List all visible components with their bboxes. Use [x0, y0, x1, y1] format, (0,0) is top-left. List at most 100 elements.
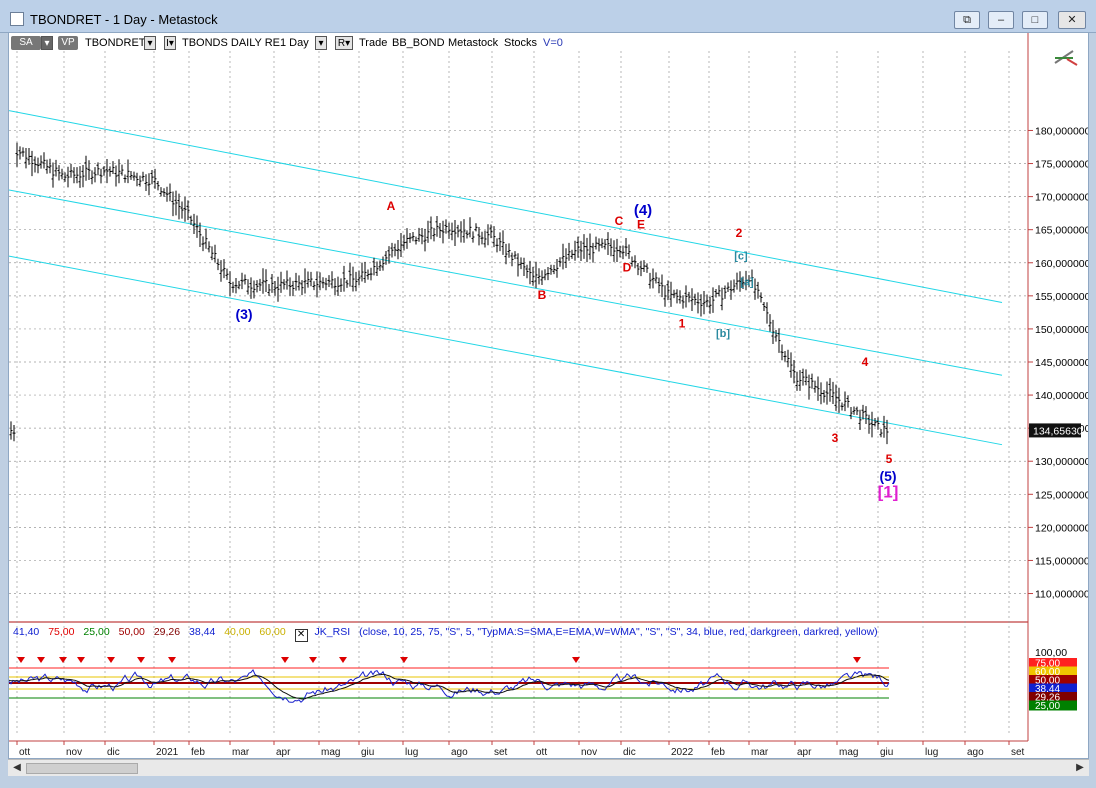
y-tick-label: 155,000000: [1035, 291, 1088, 303]
metastock-label: Metastock: [448, 37, 499, 49]
maximize-button[interactable]: □: [1022, 11, 1048, 29]
close-button[interactable]: ✕: [1058, 11, 1086, 29]
rsi-axis-tag-text: 25,00: [1035, 701, 1060, 712]
wave-label: (3): [235, 306, 252, 322]
rsi-legend: 41,40 75,00 25,00 50,00 29,26 38,44 40,0…: [13, 626, 884, 642]
volume-label: V=0: [543, 37, 563, 49]
wave-label: 2: [736, 226, 743, 240]
bb-label: BB_BOND: [392, 37, 445, 49]
x-tick-label: feb: [711, 747, 725, 758]
x-tick-label: ago: [967, 747, 984, 758]
x-tick-label: feb: [191, 747, 205, 758]
x-tick-label: giu: [880, 747, 893, 758]
x-tick-label: dic: [623, 747, 636, 758]
x-tick-label: mar: [751, 747, 769, 758]
indicator-name[interactable]: JK_RSI: [315, 626, 351, 638]
wave-label: B: [538, 288, 547, 302]
y-tick-label: 150,000000: [1035, 324, 1088, 336]
y-tick-label: 160,000000: [1035, 258, 1088, 270]
wave-label: 3: [832, 431, 839, 445]
scroll-thumb[interactable]: [26, 763, 138, 774]
x-tick-label: giu: [361, 747, 374, 758]
rsi-value: 41,40: [13, 626, 40, 638]
wave-label: 5: [886, 452, 893, 466]
last-price-text: 134,65630: [1033, 425, 1083, 437]
y-tick-label: 115,000000: [1035, 555, 1088, 567]
x-tick-label: apr: [276, 747, 291, 758]
application-window: TBONDRET - 1 Day - Metastock ⧉ – □ ✕ ott…: [0, 0, 1096, 788]
price-chart-svg[interactable]: ott nov dic 2021 feb mar apr mag giu lug ago set ott…: [9, 33, 1088, 758]
rsi-40: 40,00: [224, 626, 251, 638]
security-name: TBONDS DAILY RE: [182, 37, 281, 49]
wave-label: (4): [634, 202, 652, 219]
rsi-axis-top: 100,00: [1035, 647, 1067, 659]
rsi-upper: 75,00: [48, 626, 75, 638]
title-bar[interactable]: TBONDRET - 1 Day - Metastock ⧉ – □ ✕: [0, 0, 1096, 33]
wave-label: D: [623, 260, 632, 274]
y-tick-label: 130,000000: [1035, 456, 1088, 468]
y-tick-label: 120,000000: [1035, 522, 1088, 534]
horizontal-scrollbar[interactable]: ◀ ▶: [8, 759, 1089, 776]
wave-label: [b]: [716, 328, 730, 340]
x-tick-label: lug: [925, 747, 938, 758]
rsi-low-val: 29,26: [153, 626, 181, 638]
vp-button[interactable]: VP: [58, 36, 78, 50]
x-tick-label: ott: [19, 747, 30, 758]
y-tick-label: 165,000000: [1035, 225, 1088, 237]
chart-window-icon: [10, 12, 24, 26]
chart-toolbar: SA ▾ VP TBONDRET ▾ I▾ TBONDS DAILY RE 1 …: [11, 36, 1031, 54]
x-tick-label: ott: [536, 747, 547, 758]
wave-label: [1]: [878, 483, 899, 502]
y-tick-label: 125,000000: [1035, 489, 1088, 501]
rsi-mid: 50,00: [118, 626, 145, 638]
wave-label: [a]: [740, 276, 754, 288]
x-tick-label: ago: [451, 747, 468, 758]
sa-button[interactable]: SA: [11, 36, 41, 50]
x-tick-label: set: [1011, 747, 1025, 758]
x-tick-label: dic: [107, 747, 120, 758]
trade-label[interactable]: Trade: [359, 37, 387, 49]
symbol-label[interactable]: TBONDRET: [85, 37, 146, 49]
stocks-label: Stocks: [504, 37, 538, 49]
chart-area[interactable]: ott nov dic 2021 feb mar apr mag giu lug ago set ott…: [8, 32, 1089, 759]
rsi-lower: 25,00: [83, 626, 110, 638]
info-icon[interactable]: I▾: [164, 36, 176, 50]
x-tick-label: nov: [66, 747, 82, 758]
x-tick-label: mag: [839, 747, 858, 758]
wave-label: A: [387, 199, 396, 213]
rsi-ma-val: 38,44: [189, 626, 216, 638]
scroll-right-icon[interactable]: ▶: [1073, 761, 1087, 775]
y-tick-label: 170,000000: [1035, 192, 1088, 204]
close-indicator-icon[interactable]: ✕: [294, 629, 308, 642]
y-tick-label: 175,000000: [1035, 159, 1088, 171]
scroll-left-icon[interactable]: ◀: [10, 761, 24, 775]
wave-label: E: [637, 217, 645, 231]
r-button[interactable]: R▾: [335, 36, 353, 50]
x-tick-label: set: [494, 747, 508, 758]
period-label[interactable]: 1 Day: [280, 37, 309, 49]
wave-label: 1: [679, 317, 686, 331]
x-tick-label: mar: [232, 747, 250, 758]
x-tick-label: mag: [321, 747, 340, 758]
wave-label: 4: [862, 355, 869, 369]
symbol-dropdown-icon[interactable]: ▾: [144, 36, 156, 50]
wave-label: [c]: [734, 250, 748, 262]
x-tick-label: apr: [797, 747, 812, 758]
x-tick-label: 2021: [156, 747, 179, 758]
y-tick-label: 145,000000: [1035, 357, 1088, 369]
external-restore-button[interactable]: ⧉: [954, 11, 980, 29]
y-tick-label: 140,000000: [1035, 390, 1088, 402]
rsi-60: 60,00: [259, 626, 286, 638]
status-bar: [0, 776, 1096, 788]
x-tick-label: lug: [405, 747, 418, 758]
window-title: TBONDRET - 1 Day - Metastock: [30, 12, 218, 27]
y-tick-label: 180,000000: [1035, 125, 1088, 137]
period-dropdown-icon[interactable]: ▾: [315, 36, 327, 50]
y-tick-label: 110,000000: [1035, 589, 1088, 601]
x-tick-label: nov: [581, 747, 597, 758]
x-tick-label: 2022: [671, 747, 694, 758]
indicator-params: (close, 10, 25, 75, "S", 5, "TypMA:S=SMA…: [359, 626, 878, 638]
wave-label: C: [615, 214, 624, 228]
minimize-button[interactable]: –: [988, 11, 1014, 29]
sa-dropdown-icon[interactable]: ▾: [41, 36, 53, 50]
